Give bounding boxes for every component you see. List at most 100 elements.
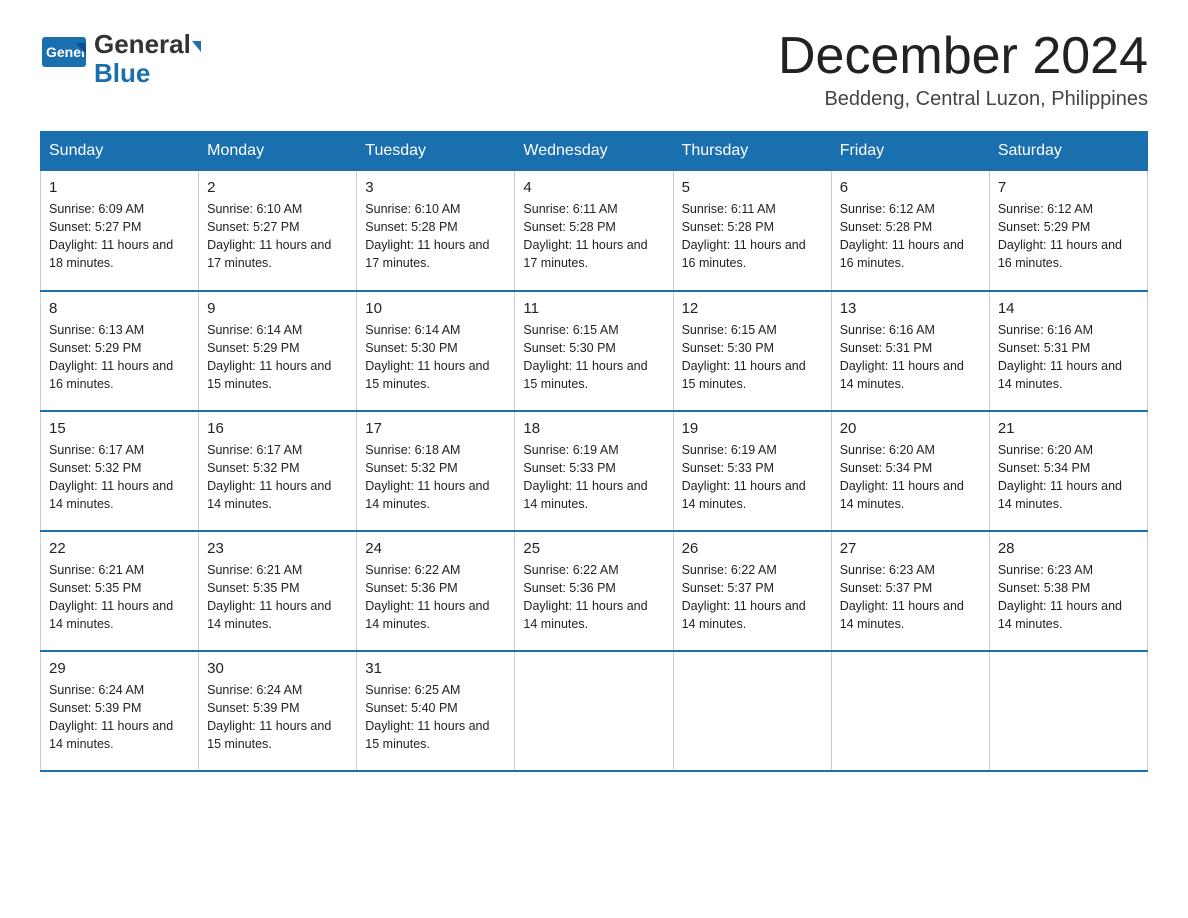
day-info: Sunrise: 6:21 AMSunset: 5:35 PMDaylight:…: [49, 561, 190, 634]
table-row: [831, 651, 989, 771]
table-row: 25 Sunrise: 6:22 AMSunset: 5:36 PMDaylig…: [515, 531, 673, 651]
calendar-table: Sunday Monday Tuesday Wednesday Thursday…: [40, 131, 1148, 772]
table-row: 29 Sunrise: 6:24 AMSunset: 5:39 PMDaylig…: [41, 651, 199, 771]
table-row: 12 Sunrise: 6:15 AMSunset: 5:30 PMDaylig…: [673, 291, 831, 411]
day-number: 29: [49, 660, 190, 677]
day-info: Sunrise: 6:20 AMSunset: 5:34 PMDaylight:…: [840, 441, 981, 514]
day-info: Sunrise: 6:15 AMSunset: 5:30 PMDaylight:…: [682, 321, 823, 394]
calendar-week-row: 15 Sunrise: 6:17 AMSunset: 5:32 PMDaylig…: [41, 411, 1148, 531]
col-thursday: Thursday: [673, 132, 831, 171]
table-row: 20 Sunrise: 6:20 AMSunset: 5:34 PMDaylig…: [831, 411, 989, 531]
table-row: 17 Sunrise: 6:18 AMSunset: 5:32 PMDaylig…: [357, 411, 515, 531]
table-row: 19 Sunrise: 6:19 AMSunset: 5:33 PMDaylig…: [673, 411, 831, 531]
day-info: Sunrise: 6:23 AMSunset: 5:38 PMDaylight:…: [998, 561, 1139, 634]
day-info: Sunrise: 6:13 AMSunset: 5:29 PMDaylight:…: [49, 321, 190, 394]
table-row: 7 Sunrise: 6:12 AMSunset: 5:29 PMDayligh…: [989, 171, 1147, 291]
table-row: 14 Sunrise: 6:16 AMSunset: 5:31 PMDaylig…: [989, 291, 1147, 411]
table-row: 5 Sunrise: 6:11 AMSunset: 5:28 PMDayligh…: [673, 171, 831, 291]
logo-general-text: General: [94, 30, 201, 59]
table-row: 2 Sunrise: 6:10 AMSunset: 5:27 PMDayligh…: [199, 171, 357, 291]
day-number: 11: [523, 300, 664, 317]
day-number: 19: [682, 420, 823, 437]
logo: General General Blue: [40, 30, 201, 87]
page-header: General General Blue December 2024 Bedde…: [40, 30, 1148, 111]
day-number: 20: [840, 420, 981, 437]
day-number: 3: [365, 179, 506, 196]
day-number: 31: [365, 660, 506, 677]
table-row: 18 Sunrise: 6:19 AMSunset: 5:33 PMDaylig…: [515, 411, 673, 531]
day-number: 23: [207, 540, 348, 557]
table-row: 8 Sunrise: 6:13 AMSunset: 5:29 PMDayligh…: [41, 291, 199, 411]
calendar-header-row: Sunday Monday Tuesday Wednesday Thursday…: [41, 132, 1148, 171]
day-info: Sunrise: 6:17 AMSunset: 5:32 PMDaylight:…: [49, 441, 190, 514]
day-number: 18: [523, 420, 664, 437]
day-number: 12: [682, 300, 823, 317]
day-number: 27: [840, 540, 981, 557]
col-wednesday: Wednesday: [515, 132, 673, 171]
day-info: Sunrise: 6:16 AMSunset: 5:31 PMDaylight:…: [840, 321, 981, 394]
logo-blue-text: Blue: [94, 59, 201, 88]
day-info: Sunrise: 6:12 AMSunset: 5:28 PMDaylight:…: [840, 200, 981, 273]
table-row: 11 Sunrise: 6:15 AMSunset: 5:30 PMDaylig…: [515, 291, 673, 411]
day-number: 22: [49, 540, 190, 557]
day-info: Sunrise: 6:20 AMSunset: 5:34 PMDaylight:…: [998, 441, 1139, 514]
table-row: 27 Sunrise: 6:23 AMSunset: 5:37 PMDaylig…: [831, 531, 989, 651]
day-info: Sunrise: 6:23 AMSunset: 5:37 PMDaylight:…: [840, 561, 981, 634]
col-friday: Friday: [831, 132, 989, 171]
day-info: Sunrise: 6:24 AMSunset: 5:39 PMDaylight:…: [207, 681, 348, 754]
day-number: 8: [49, 300, 190, 317]
table-row: [989, 651, 1147, 771]
calendar-week-row: 8 Sunrise: 6:13 AMSunset: 5:29 PMDayligh…: [41, 291, 1148, 411]
table-row: 24 Sunrise: 6:22 AMSunset: 5:36 PMDaylig…: [357, 531, 515, 651]
day-number: 30: [207, 660, 348, 677]
day-number: 21: [998, 420, 1139, 437]
day-info: Sunrise: 6:10 AMSunset: 5:28 PMDaylight:…: [365, 200, 506, 273]
col-saturday: Saturday: [989, 132, 1147, 171]
day-info: Sunrise: 6:22 AMSunset: 5:36 PMDaylight:…: [365, 561, 506, 634]
table-row: 10 Sunrise: 6:14 AMSunset: 5:30 PMDaylig…: [357, 291, 515, 411]
day-info: Sunrise: 6:22 AMSunset: 5:36 PMDaylight:…: [523, 561, 664, 634]
day-number: 25: [523, 540, 664, 557]
col-tuesday: Tuesday: [357, 132, 515, 171]
col-monday: Monday: [199, 132, 357, 171]
table-row: 30 Sunrise: 6:24 AMSunset: 5:39 PMDaylig…: [199, 651, 357, 771]
calendar-week-row: 22 Sunrise: 6:21 AMSunset: 5:35 PMDaylig…: [41, 531, 1148, 651]
day-info: Sunrise: 6:16 AMSunset: 5:31 PMDaylight:…: [998, 321, 1139, 394]
calendar-week-row: 1 Sunrise: 6:09 AMSunset: 5:27 PMDayligh…: [41, 171, 1148, 291]
day-info: Sunrise: 6:11 AMSunset: 5:28 PMDaylight:…: [523, 200, 664, 273]
day-number: 5: [682, 179, 823, 196]
table-row: 15 Sunrise: 6:17 AMSunset: 5:32 PMDaylig…: [41, 411, 199, 531]
day-number: 2: [207, 179, 348, 196]
table-row: [515, 651, 673, 771]
day-number: 28: [998, 540, 1139, 557]
day-number: 1: [49, 179, 190, 196]
day-number: 7: [998, 179, 1139, 196]
table-row: 1 Sunrise: 6:09 AMSunset: 5:27 PMDayligh…: [41, 171, 199, 291]
table-row: 4 Sunrise: 6:11 AMSunset: 5:28 PMDayligh…: [515, 171, 673, 291]
table-row: 6 Sunrise: 6:12 AMSunset: 5:28 PMDayligh…: [831, 171, 989, 291]
day-info: Sunrise: 6:09 AMSunset: 5:27 PMDaylight:…: [49, 200, 190, 273]
day-number: 6: [840, 179, 981, 196]
day-number: 24: [365, 540, 506, 557]
day-number: 16: [207, 420, 348, 437]
table-row: 23 Sunrise: 6:21 AMSunset: 5:35 PMDaylig…: [199, 531, 357, 651]
day-number: 15: [49, 420, 190, 437]
day-info: Sunrise: 6:19 AMSunset: 5:33 PMDaylight:…: [523, 441, 664, 514]
day-info: Sunrise: 6:24 AMSunset: 5:39 PMDaylight:…: [49, 681, 190, 754]
day-info: Sunrise: 6:14 AMSunset: 5:29 PMDaylight:…: [207, 321, 348, 394]
table-row: 9 Sunrise: 6:14 AMSunset: 5:29 PMDayligh…: [199, 291, 357, 411]
table-row: 13 Sunrise: 6:16 AMSunset: 5:31 PMDaylig…: [831, 291, 989, 411]
day-number: 10: [365, 300, 506, 317]
day-info: Sunrise: 6:12 AMSunset: 5:29 PMDaylight:…: [998, 200, 1139, 273]
table-row: [673, 651, 831, 771]
day-info: Sunrise: 6:15 AMSunset: 5:30 PMDaylight:…: [523, 321, 664, 394]
day-number: 9: [207, 300, 348, 317]
day-number: 13: [840, 300, 981, 317]
day-info: Sunrise: 6:21 AMSunset: 5:35 PMDaylight:…: [207, 561, 348, 634]
table-row: 22 Sunrise: 6:21 AMSunset: 5:35 PMDaylig…: [41, 531, 199, 651]
table-row: 28 Sunrise: 6:23 AMSunset: 5:38 PMDaylig…: [989, 531, 1147, 651]
day-info: Sunrise: 6:14 AMSunset: 5:30 PMDaylight:…: [365, 321, 506, 394]
location-subtitle: Beddeng, Central Luzon, Philippines: [778, 88, 1148, 111]
day-info: Sunrise: 6:11 AMSunset: 5:28 PMDaylight:…: [682, 200, 823, 273]
day-info: Sunrise: 6:17 AMSunset: 5:32 PMDaylight:…: [207, 441, 348, 514]
